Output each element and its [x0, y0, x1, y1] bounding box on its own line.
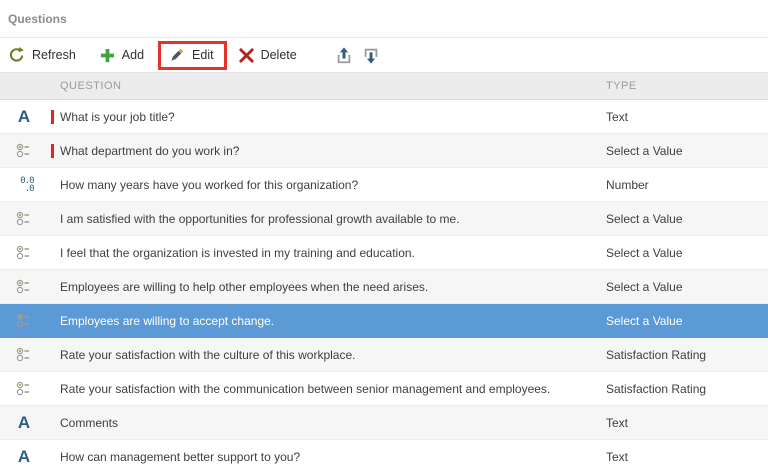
table-row[interactable]: Rate your satisfaction with the communic…: [0, 372, 768, 406]
row-question-cell: Rate your satisfaction with the culture …: [48, 348, 606, 362]
row-icon-slot: [0, 278, 48, 295]
download-icon: [362, 46, 380, 65]
row-question: Comments: [60, 416, 118, 430]
row-question: How can management better support to you…: [60, 450, 300, 464]
row-question: How many years have you worked for this …: [60, 178, 358, 192]
upload-icon: [335, 46, 353, 65]
questions-panel: Questions Refresh Add: [0, 0, 768, 471]
row-icon-slot: [0, 244, 48, 261]
row-icon-slot: A: [0, 448, 48, 465]
row-question-cell: Rate your satisfaction with the communic…: [48, 382, 606, 396]
row-type: Select a Value: [606, 212, 768, 226]
select-type-icon: [16, 346, 32, 363]
row-icon-slot: [0, 346, 48, 363]
row-icon-slot: [0, 380, 48, 397]
select-type-icon: [16, 278, 32, 295]
row-question: Rate your satisfaction with the culture …: [60, 348, 355, 362]
table-header: QUESTION TYPE: [0, 72, 768, 100]
page-title: Questions: [8, 12, 67, 26]
row-question-cell: How can management better support to you…: [48, 450, 606, 464]
row-icon-slot: 0.0 .0: [0, 177, 48, 193]
row-icon-slot: [0, 312, 48, 329]
row-question: What is your job title?: [60, 110, 175, 124]
row-question: What department do you work in?: [60, 144, 239, 158]
pencil-icon: [168, 47, 185, 64]
row-question: Rate your satisfaction with the communic…: [60, 382, 550, 396]
toolbar: Refresh Add Edit: [0, 38, 768, 72]
delete-button[interactable]: Delete: [239, 48, 297, 63]
table-row[interactable]: A Comments Text: [0, 406, 768, 440]
table-row[interactable]: Rate your satisfaction with the culture …: [0, 338, 768, 372]
text-type-icon: A: [18, 414, 30, 431]
row-icon-slot: [0, 210, 48, 227]
row-type: Select a Value: [606, 246, 768, 260]
row-type: Text: [606, 416, 768, 430]
text-type-icon: A: [18, 448, 30, 465]
table-row[interactable]: 0.0 .0 How many years have you worked fo…: [0, 168, 768, 202]
table-row[interactable]: What department do you work in? Select a…: [0, 134, 768, 168]
row-question: Employees are willing to help other empl…: [60, 280, 428, 294]
refresh-icon: [8, 46, 25, 64]
table-row[interactable]: Employees are willing to accept change. …: [0, 304, 768, 338]
select-type-icon: [16, 244, 32, 261]
table-row[interactable]: I am satisfied with the opportunities fo…: [0, 202, 768, 236]
table-row[interactable]: I feel that the organization is invested…: [0, 236, 768, 270]
row-question: I am satisfied with the opportunities fo…: [60, 212, 460, 226]
text-type-icon: A: [18, 108, 30, 125]
row-icon-slot: A: [0, 108, 48, 125]
row-question-cell: I am satisfied with the opportunities fo…: [48, 212, 606, 226]
plus-icon: [100, 48, 115, 63]
column-header-question: QUESTION: [48, 80, 606, 92]
row-question: Employees are willing to accept change.: [60, 314, 274, 328]
row-question: I feel that the organization is invested…: [60, 246, 415, 260]
row-icon-slot: [0, 142, 48, 159]
select-type-icon: [16, 210, 32, 227]
row-question-cell: I feel that the organization is invested…: [48, 246, 606, 260]
column-header-type: TYPE: [606, 80, 768, 92]
row-question-cell: How many years have you worked for this …: [48, 178, 606, 192]
edit-label: Edit: [192, 48, 214, 62]
row-question-cell: Comments: [48, 416, 606, 430]
import-export-group: [335, 46, 380, 65]
refresh-label: Refresh: [32, 48, 76, 62]
add-button[interactable]: Add: [100, 48, 144, 63]
required-marker: [51, 144, 54, 158]
row-question-cell: What department do you work in?: [48, 144, 606, 158]
refresh-button[interactable]: Refresh: [8, 46, 76, 64]
select-type-icon: [16, 312, 32, 329]
edit-button-highlight-box: Edit: [158, 41, 227, 70]
row-question-cell: What is your job title?: [48, 110, 606, 124]
delete-label: Delete: [261, 48, 297, 62]
row-icon-slot: A: [0, 414, 48, 431]
x-icon: [239, 48, 254, 63]
select-type-icon: [16, 380, 32, 397]
row-type: Satisfaction Rating: [606, 348, 768, 362]
number-type-icon: 0.0 .0: [15, 177, 34, 193]
row-type: Select a Value: [606, 280, 768, 294]
panel-header: Questions: [0, 0, 768, 38]
required-marker: [51, 110, 54, 124]
add-label: Add: [122, 48, 144, 62]
row-type: Select a Value: [606, 144, 768, 158]
row-type: Text: [606, 110, 768, 124]
select-type-icon: [16, 142, 32, 159]
row-question-cell: Employees are willing to help other empl…: [48, 280, 606, 294]
table-body: A What is your job title? Text What depa…: [0, 100, 768, 471]
edit-button[interactable]: Edit: [168, 47, 214, 64]
row-type: Satisfaction Rating: [606, 382, 768, 396]
import-button[interactable]: [362, 46, 380, 65]
export-button[interactable]: [335, 46, 353, 65]
row-type: Number: [606, 178, 768, 192]
table-row[interactable]: A What is your job title? Text: [0, 100, 768, 134]
row-type: Select a Value: [606, 314, 768, 328]
table-row[interactable]: Employees are willing to help other empl…: [0, 270, 768, 304]
row-question-cell: Employees are willing to accept change.: [48, 314, 606, 328]
table-row[interactable]: A How can management better support to y…: [0, 440, 768, 471]
row-type: Text: [606, 450, 768, 464]
